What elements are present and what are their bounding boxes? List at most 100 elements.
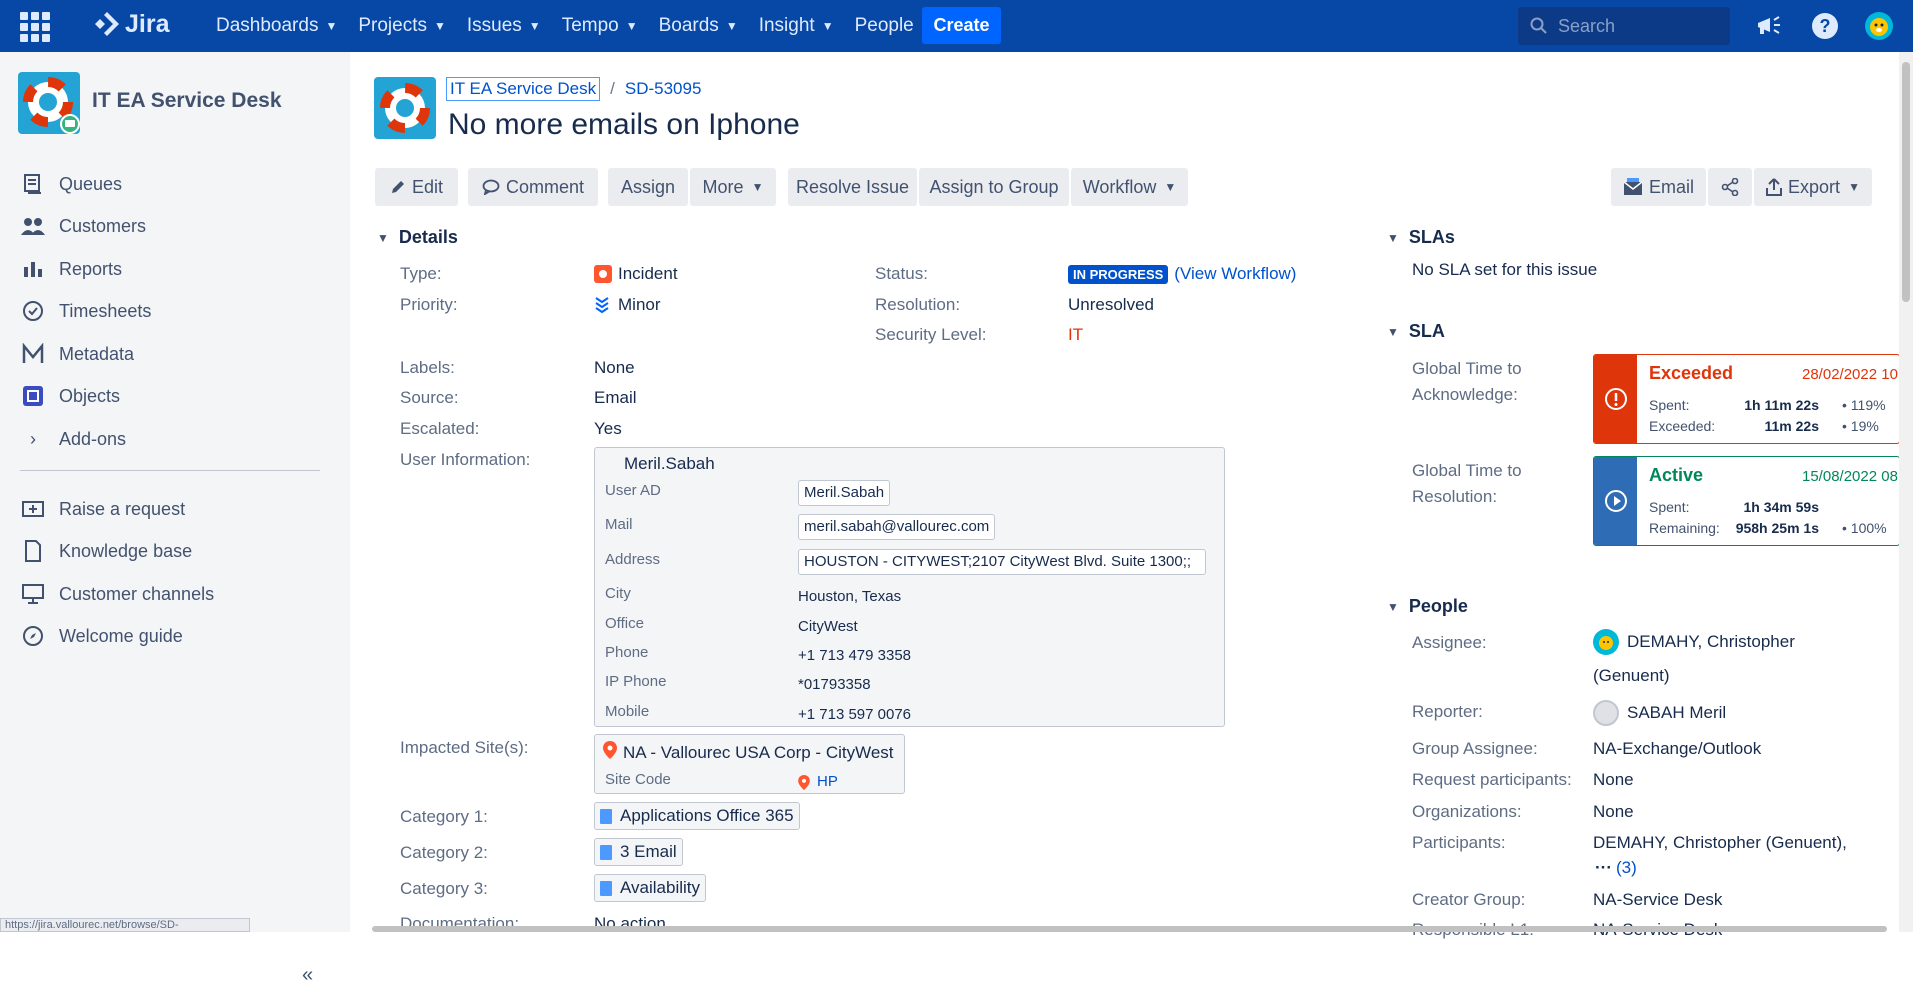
status-label: Status:	[875, 264, 928, 283]
sidebar-item-addons[interactable]: › Add-ons	[20, 426, 126, 452]
user-avatar[interactable]	[1864, 11, 1894, 41]
creator-group-value[interactable]: NA-Service Desk	[1593, 890, 1722, 910]
share-button[interactable]	[1708, 168, 1752, 206]
add-request-icon	[20, 496, 46, 522]
category3-label: Category 3:	[400, 879, 488, 898]
email-button[interactable]: Email	[1611, 168, 1706, 206]
category3-value[interactable]: Availability	[594, 874, 707, 902]
impacted-site-panel[interactable]: NA - Vallourec USA Corp - CityWest Site …	[594, 734, 905, 794]
chevron-down-icon: ▼	[1848, 180, 1860, 194]
issue-key-link[interactable]: SD-53095	[625, 79, 702, 99]
category1-value[interactable]: Applications Office 365	[594, 802, 800, 830]
resolution-value: Unresolved	[1068, 295, 1154, 314]
priority-minor-icon	[595, 297, 609, 314]
search-icon	[1530, 17, 1547, 34]
spent-value: 1h 34m 59s	[1743, 499, 1820, 515]
more-button[interactable]: More ▼	[690, 168, 776, 206]
megaphone-icon[interactable]	[1754, 11, 1784, 41]
sidebar-item-queues[interactable]: Queues	[20, 171, 122, 197]
sidebar-item-customer-channels[interactable]: Customer channels	[20, 581, 214, 607]
chevron-down-icon: ▼	[725, 19, 738, 33]
assignee-value[interactable]: DEMAHY, Christopher	[1593, 629, 1795, 655]
breadcrumb-project-link[interactable]: IT EA Service Desk	[446, 77, 601, 101]
resolve-issue-button[interactable]: Resolve Issue	[788, 168, 917, 206]
nav-boards[interactable]: Boards ▼	[659, 15, 738, 37]
sla-card-acknowledge: Exceeded 28/02/2022 10: Spent: 1h 11m 22…	[1593, 354, 1900, 444]
source-value[interactable]: Email	[594, 388, 637, 408]
organizations-value[interactable]: None	[1593, 802, 1634, 822]
nav-tempo[interactable]: Tempo ▼	[562, 15, 638, 37]
export-button[interactable]: Export ▼	[1754, 168, 1872, 206]
sidebar-item-knowledge-base[interactable]: Knowledge base	[20, 538, 192, 564]
view-workflow-link[interactable]: (View Workflow)	[1174, 264, 1296, 284]
project-avatar[interactable]	[18, 72, 80, 134]
sidebar-item-objects[interactable]: Objects	[20, 383, 120, 409]
search-input[interactable]: Search	[1518, 7, 1730, 45]
collapse-sidebar-icon[interactable]: «	[302, 964, 313, 987]
sidebar-label: Knowledge base	[59, 540, 193, 561]
labels-value[interactable]: None	[594, 358, 635, 378]
sidebar-label: Welcome guide	[59, 625, 183, 646]
sidebar-item-customers[interactable]: Customers	[20, 213, 146, 239]
issue-summary[interactable]: No more emails on Iphone	[448, 108, 800, 142]
vertical-scrollbar[interactable]	[1899, 52, 1913, 932]
slas-toggle[interactable]: ▼ SLAs	[1387, 227, 1455, 248]
ip-phone-label: IP Phone	[605, 673, 667, 690]
status-lozenge: IN PROGRESS	[1068, 264, 1169, 284]
priority-label: Priority:	[400, 295, 458, 314]
sidebar-label: Metadata	[59, 343, 135, 364]
nav-issues[interactable]: Issues ▼	[467, 15, 541, 37]
people-toggle[interactable]: ▼ People	[1387, 596, 1468, 617]
category2-value[interactable]: 3 Email	[594, 838, 683, 866]
assign-to-group-button[interactable]: Assign to Group	[919, 168, 1069, 206]
horizontal-scrollbar[interactable]	[372, 926, 1887, 932]
user-name: Meril.Sabah	[624, 454, 715, 473]
reports-icon	[20, 256, 46, 282]
assignee-label: Assignee:	[1412, 633, 1487, 652]
button-label: Edit	[411, 176, 444, 197]
comment-button[interactable]: Comment	[468, 168, 598, 206]
edit-button[interactable]: Edit	[375, 168, 458, 206]
jira-logo-icon	[95, 11, 119, 36]
ip-phone-value: *01793358	[798, 676, 871, 693]
remaining-label: Remaining:	[1649, 520, 1720, 536]
nav-projects[interactable]: Projects ▼	[358, 15, 446, 37]
participants-value[interactable]: DEMAHY, Christopher (Genuent),	[1593, 833, 1847, 853]
group-assignee-value[interactable]: NA-Exchange/Outlook	[1593, 739, 1761, 759]
request-participants-value[interactable]: None	[1593, 770, 1634, 790]
nav-people[interactable]: People▼	[855, 15, 933, 37]
sidebar-item-metadata[interactable]: Metadata	[20, 341, 134, 367]
sidebar-item-welcome-guide[interactable]: Welcome guide	[20, 623, 183, 649]
nav-insight[interactable]: Insight ▼	[759, 15, 834, 37]
project-avatar[interactable]	[374, 77, 436, 139]
jira-logo[interactable]: Jira	[95, 10, 169, 39]
sidebar-item-reports[interactable]: Reports	[20, 256, 122, 282]
workflow-button[interactable]: Workflow ▼	[1071, 168, 1188, 206]
lifebuoy-icon	[23, 77, 80, 134]
reporter-value[interactable]: SABAH Meril	[1593, 700, 1726, 726]
site-code-value[interactable]: HP	[817, 773, 838, 790]
remaining-percent: • 100%	[1842, 520, 1887, 536]
sidebar-item-raise-request[interactable]: Raise a request	[20, 496, 185, 522]
app-switcher-icon[interactable]	[20, 12, 50, 42]
participants-more[interactable]: ··· (3)	[1595, 858, 1637, 878]
project-title[interactable]: IT EA Service Desk	[92, 89, 282, 113]
sla-toggle[interactable]: ▼ SLA	[1387, 321, 1445, 342]
scrollbar-thumb[interactable]	[1902, 62, 1910, 302]
sidebar-item-timesheets[interactable]: Timesheets	[20, 298, 151, 324]
location-pin-icon	[603, 741, 617, 759]
sla-date: 28/02/2022 10:	[1802, 366, 1900, 383]
request-participants-label: Request participants:	[1412, 770, 1572, 789]
create-button[interactable]: Create	[922, 7, 1001, 44]
help-icon[interactable]: ?	[1810, 11, 1840, 41]
site-name: NA - Vallourec USA Corp - CityWest	[623, 743, 894, 762]
assign-button[interactable]: Assign	[608, 168, 688, 206]
customers-icon	[20, 213, 46, 239]
nav-dashboards[interactable]: Dashboards ▼	[216, 15, 337, 37]
office-label: Office	[605, 615, 644, 632]
escalated-value[interactable]: Yes	[594, 419, 622, 439]
remaining-value: 958h 25m 1s	[1735, 520, 1819, 536]
details-toggle[interactable]: ▼ Details	[377, 227, 458, 248]
assignee-avatar	[1593, 629, 1619, 655]
nav-label: People	[854, 15, 914, 36]
